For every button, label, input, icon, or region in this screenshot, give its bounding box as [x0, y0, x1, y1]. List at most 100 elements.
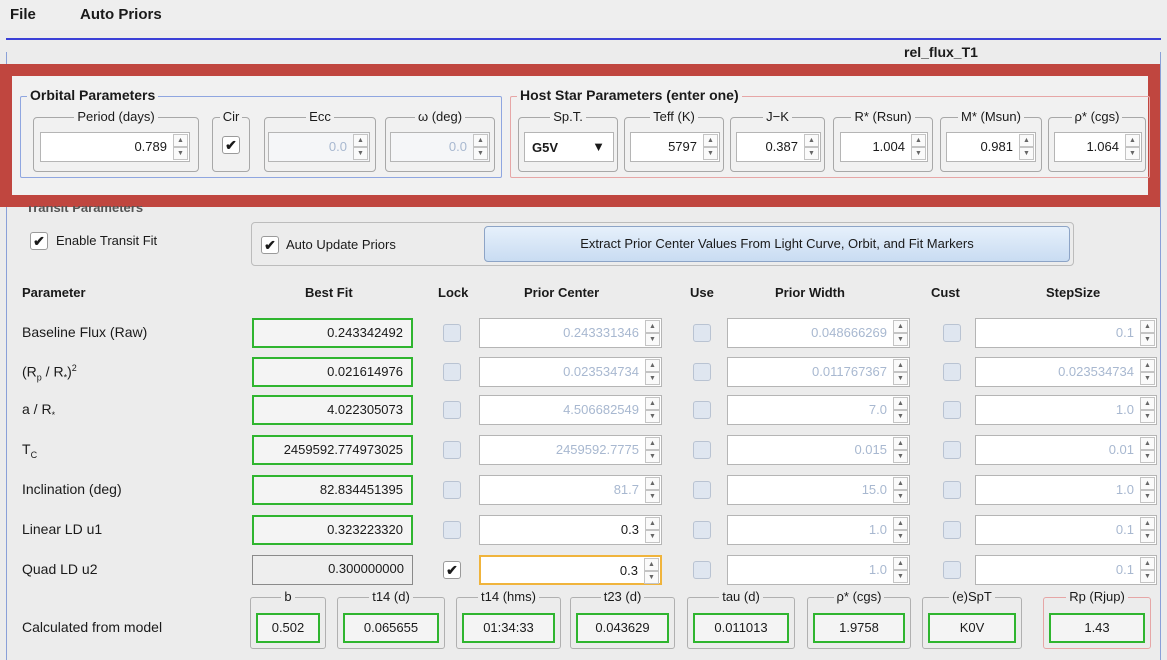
spin-up-icon[interactable]: ▲ [893, 437, 908, 450]
step-size-spinner[interactable]: 0.1 ▲ ▼ [975, 318, 1157, 348]
prior-width-spinner[interactable]: 1.0 ▲ ▼ [727, 515, 910, 545]
spin-down-icon[interactable]: ▼ [1019, 147, 1034, 160]
best-fit-value[interactable]: 4.022305073 [252, 395, 413, 425]
spin-up-icon[interactable]: ▲ [1140, 359, 1155, 372]
lock-checkbox[interactable] [443, 521, 461, 539]
use-checkbox[interactable] [693, 521, 711, 539]
spin-up-icon[interactable]: ▲ [645, 359, 660, 372]
spin-down-icon[interactable]: ▼ [1140, 410, 1155, 423]
mstar-spinner[interactable]: 0.981 ▲ ▼ [946, 132, 1036, 162]
spin-up-icon[interactable]: ▲ [1140, 397, 1155, 410]
spin-up-icon[interactable]: ▲ [1125, 134, 1140, 147]
spin-up-icon[interactable]: ▲ [893, 320, 908, 333]
use-checkbox[interactable] [693, 561, 711, 579]
spin-down-icon[interactable]: ▼ [353, 147, 368, 160]
prior-width-spinner[interactable]: 7.0 ▲ ▼ [727, 395, 910, 425]
lock-checkbox[interactable] [443, 481, 461, 499]
spin-down-icon[interactable]: ▼ [893, 490, 908, 503]
spin-down-icon[interactable]: ▼ [1140, 372, 1155, 385]
step-size-spinner[interactable]: 0.01 ▲ ▼ [975, 435, 1157, 465]
spin-down-icon[interactable]: ▼ [893, 450, 908, 463]
period-spinner[interactable]: 0.789 ▲ ▼ [40, 132, 190, 162]
prior-width-spinner[interactable]: 15.0 ▲ ▼ [727, 475, 910, 505]
lock-checkbox[interactable] [443, 401, 461, 419]
use-checkbox[interactable] [693, 441, 711, 459]
prior-center-spinner[interactable]: 2459592.7775 ▲ ▼ [479, 435, 662, 465]
best-fit-value[interactable]: 82.834451395 [252, 475, 413, 505]
spin-up-icon[interactable]: ▲ [353, 134, 368, 147]
rho-spinner[interactable]: 1.064 ▲ ▼ [1054, 132, 1142, 162]
best-fit-value[interactable]: 0.021614976 [252, 357, 413, 387]
spin-down-icon[interactable]: ▼ [645, 450, 660, 463]
lock-checkbox[interactable] [443, 441, 461, 459]
jk-spinner[interactable]: 0.387 ▲ ▼ [736, 132, 821, 162]
spin-up-icon[interactable]: ▲ [1140, 477, 1155, 490]
spin-up-icon[interactable]: ▲ [645, 437, 660, 450]
prior-center-spinner[interactable]: 0.243331346 ▲ ▼ [479, 318, 662, 348]
cust-checkbox[interactable] [943, 363, 961, 381]
spin-down-icon[interactable]: ▼ [1140, 490, 1155, 503]
best-fit-value[interactable]: 0.323223320 [252, 515, 413, 545]
spin-up-icon[interactable]: ▲ [1140, 320, 1155, 333]
spin-down-icon[interactable]: ▼ [645, 530, 660, 543]
lock-checkbox[interactable]: ✔ [443, 561, 461, 579]
spin-down-icon[interactable]: ▼ [893, 333, 908, 346]
spin-down-icon[interactable]: ▼ [703, 147, 718, 160]
spin-up-icon[interactable]: ▲ [893, 477, 908, 490]
spin-down-icon[interactable]: ▼ [1140, 530, 1155, 543]
cust-checkbox[interactable] [943, 521, 961, 539]
step-size-spinner[interactable]: 0.023534734 ▲ ▼ [975, 357, 1157, 387]
ecc-spinner[interactable]: 0.0 ▲ ▼ [268, 132, 370, 162]
spin-down-icon[interactable]: ▼ [1140, 570, 1155, 583]
spin-up-icon[interactable]: ▲ [1140, 437, 1155, 450]
dropdown-arrow-icon[interactable]: ▼ [592, 139, 605, 154]
spin-down-icon[interactable]: ▼ [1140, 450, 1155, 463]
spin-down-icon[interactable]: ▼ [645, 372, 660, 385]
spin-down-icon[interactable]: ▼ [804, 147, 819, 160]
prior-width-spinner[interactable]: 1.0 ▲ ▼ [727, 555, 910, 585]
step-size-spinner[interactable]: 1.0 ▲ ▼ [975, 395, 1157, 425]
spin-up-icon[interactable]: ▲ [173, 134, 188, 147]
spin-down-icon[interactable]: ▼ [644, 571, 659, 584]
spin-up-icon[interactable]: ▲ [473, 134, 488, 147]
spin-up-icon[interactable]: ▲ [804, 134, 819, 147]
spin-down-icon[interactable]: ▼ [173, 147, 188, 160]
spin-up-icon[interactable]: ▲ [1140, 517, 1155, 530]
use-checkbox[interactable] [693, 481, 711, 499]
menu-file[interactable]: File [10, 6, 36, 23]
spin-up-icon[interactable]: ▲ [893, 397, 908, 410]
cust-checkbox[interactable] [943, 481, 961, 499]
prior-center-spinner[interactable]: 81.7 ▲ ▼ [479, 475, 662, 505]
spin-up-icon[interactable]: ▲ [911, 134, 926, 147]
spin-up-icon[interactable]: ▲ [893, 557, 908, 570]
spin-up-icon[interactable]: ▲ [703, 134, 718, 147]
prior-width-spinner[interactable]: 0.048666269 ▲ ▼ [727, 318, 910, 348]
spin-up-icon[interactable]: ▲ [645, 397, 660, 410]
cust-checkbox[interactable] [943, 324, 961, 342]
prior-center-spinner[interactable]: 0.023534734 ▲ ▼ [479, 357, 662, 387]
prior-center-spinner[interactable]: 0.3 ▲ ▼ [479, 555, 662, 585]
spin-up-icon[interactable]: ▲ [645, 477, 660, 490]
spin-up-icon[interactable]: ▲ [1019, 134, 1034, 147]
extract-prior-button[interactable]: Extract Prior Center Values From Light C… [484, 226, 1070, 262]
spin-down-icon[interactable]: ▼ [893, 530, 908, 543]
spin-down-icon[interactable]: ▼ [645, 490, 660, 503]
spin-down-icon[interactable]: ▼ [473, 147, 488, 160]
prior-center-spinner[interactable]: 0.3 ▲ ▼ [479, 515, 662, 545]
use-checkbox[interactable] [693, 401, 711, 419]
spin-down-icon[interactable]: ▼ [1140, 333, 1155, 346]
step-size-spinner[interactable]: 0.1 ▲ ▼ [975, 555, 1157, 585]
cust-checkbox[interactable] [943, 401, 961, 419]
step-size-spinner[interactable]: 1.0 ▲ ▼ [975, 475, 1157, 505]
spin-up-icon[interactable]: ▲ [645, 320, 660, 333]
use-checkbox[interactable] [693, 363, 711, 381]
teff-spinner[interactable]: 5797 ▲ ▼ [630, 132, 720, 162]
spt-select[interactable]: G5V ▼ [524, 132, 614, 162]
lock-checkbox[interactable] [443, 363, 461, 381]
cust-checkbox[interactable] [943, 441, 961, 459]
best-fit-value[interactable]: 0.300000000 [252, 555, 413, 585]
best-fit-value[interactable]: 0.243342492 [252, 318, 413, 348]
use-checkbox[interactable] [693, 324, 711, 342]
prior-width-spinner[interactable]: 0.015 ▲ ▼ [727, 435, 910, 465]
spin-down-icon[interactable]: ▼ [893, 410, 908, 423]
